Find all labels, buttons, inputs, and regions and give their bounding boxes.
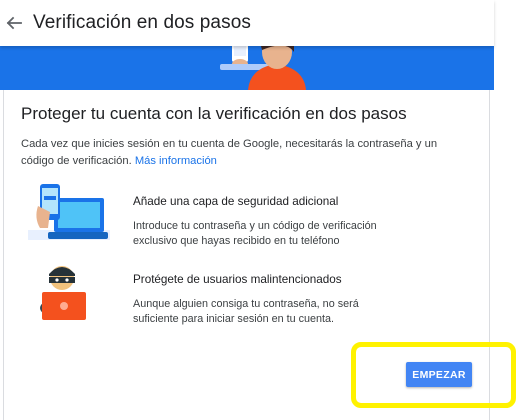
- page-title: Verificación en dos pasos: [33, 12, 251, 33]
- feature-text-protect: Aunque alguien consiga tu contraseña, no…: [133, 298, 359, 325]
- feature-title-security: Añade una capa de seguridad adicional: [133, 195, 339, 208]
- person-at-laptop-illustration: [220, 46, 306, 90]
- description-text: Cada vez que inicies sesión en tu cuenta…: [21, 138, 438, 167]
- feature-text-security: Introduce tu contraseña y un código de v…: [133, 220, 377, 247]
- section-description: Cada vez que inicies sesión en tu cuenta…: [21, 136, 471, 170]
- section-heading: Proteger tu cuenta con la verificación e…: [21, 104, 407, 123]
- hero-banner: [0, 46, 494, 90]
- arrow-left-icon: [6, 16, 22, 30]
- masked-intruder-icon: [40, 266, 86, 320]
- feature-title-protect: Protégete de usuarios malintencionados: [133, 273, 342, 286]
- back-button[interactable]: [4, 13, 24, 33]
- more-info-link[interactable]: Más información: [135, 155, 217, 167]
- phone-laptop-security-icon: [28, 184, 110, 240]
- start-button[interactable]: EMPEZAR: [406, 362, 472, 387]
- top-bar: Verificación en dos pasos: [0, 0, 494, 46]
